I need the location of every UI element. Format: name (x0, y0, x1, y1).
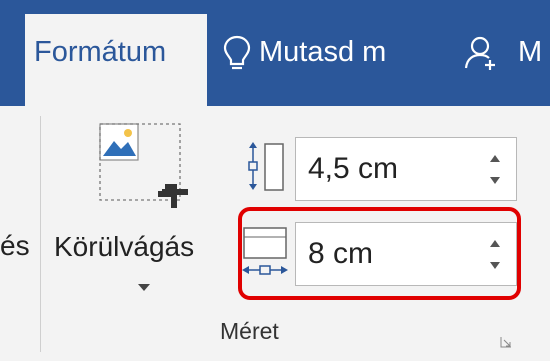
height-value[interactable]: 4,5 cm (308, 152, 398, 186)
group-separator (40, 116, 41, 352)
crop-dropdown-arrow-icon[interactable] (138, 284, 150, 291)
tab-format[interactable]: Formátum (25, 14, 207, 106)
crop-icon[interactable] (98, 122, 194, 214)
height-icon (248, 142, 284, 191)
spin-up-icon[interactable] (490, 155, 500, 162)
lightbulb-icon (223, 35, 251, 70)
size-group-label: Méret (220, 318, 279, 344)
tab-format-label: Formátum (34, 36, 167, 68)
person-add-icon (464, 36, 495, 70)
height-spinner[interactable]: 4,5 cm (295, 137, 517, 201)
width-highlight-box (238, 207, 521, 300)
dialog-launcher-icon[interactable] (500, 336, 512, 348)
tab-tell-me[interactable]: Mutasd m (259, 38, 386, 67)
crop-button-label[interactable]: Körülvágás (54, 231, 194, 263)
spin-down-icon[interactable] (490, 177, 500, 184)
tab-share-partial[interactable]: M (518, 38, 542, 67)
previous-group-label-partial: és (0, 230, 30, 261)
